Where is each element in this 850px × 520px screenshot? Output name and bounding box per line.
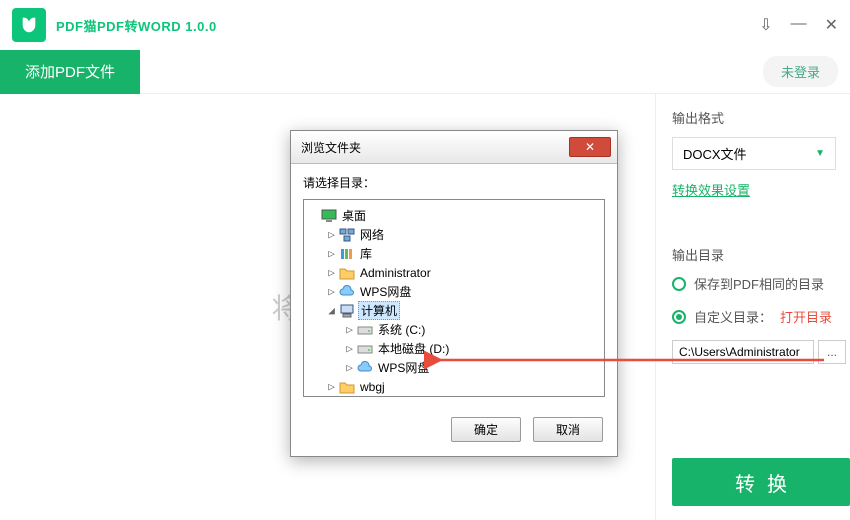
cloud-icon: [357, 360, 373, 376]
minimize-icon[interactable]: —: [791, 15, 807, 35]
library-icon: [339, 246, 355, 262]
cancel-button[interactable]: 取消: [533, 417, 603, 442]
titlebar: PDF猫PDF转WORD 1.0.0 ⇩ — ✕: [0, 0, 850, 50]
tree-node-label: 网络: [358, 226, 386, 243]
close-icon[interactable]: ✕: [825, 15, 838, 35]
tree-node-label: WPS网盘: [376, 359, 431, 376]
top-toolbar: 添加PDF文件 未登录: [0, 50, 850, 94]
tree-node[interactable]: ◢ 计算机: [308, 301, 600, 320]
radio-custom-label: 自定义目录：: [694, 307, 772, 326]
dialog-footer: 确定 取消: [291, 407, 617, 456]
computer-icon: [339, 303, 355, 319]
tree-twisty-icon[interactable]: ▷: [326, 380, 337, 393]
radio-icon: [672, 310, 686, 324]
tree-node-label: WPS网盘: [358, 283, 413, 300]
format-select[interactable]: DOCX文件 ▼: [672, 137, 836, 170]
window-controls: ⇩ — ✕: [759, 15, 838, 35]
tree-node[interactable]: ▷ 本地磁盘 (D:): [308, 339, 600, 358]
tree-twisty-icon[interactable]: ▷: [326, 247, 337, 260]
tree-node-label: wbgj: [358, 380, 387, 394]
browse-button[interactable]: ...: [818, 340, 846, 364]
folder-tree[interactable]: 桌面▷网络▷库▷Administrator▷WPS网盘◢计算机▷系统 (C:)▷…: [303, 199, 605, 397]
monitor-icon: [321, 208, 337, 224]
tree-twisty-icon[interactable]: ▷: [344, 342, 355, 355]
browse-folder-dialog: 浏览文件夹 ✕ 请选择目录： 桌面▷网络▷库▷Administrator▷WPS…: [290, 130, 618, 457]
ok-button[interactable]: 确定: [451, 417, 521, 442]
tree-twisty-icon[interactable]: ▷: [344, 323, 355, 336]
tree-twisty-icon[interactable]: ◢: [326, 304, 337, 317]
tree-node[interactable]: ▷ Administrator: [308, 263, 600, 282]
tree-node[interactable]: ▷ wbgj: [308, 377, 600, 396]
drive-icon: [357, 341, 373, 357]
cloud-icon: [339, 284, 355, 300]
chevron-down-icon: ▼: [815, 148, 825, 159]
app-logo: [12, 8, 46, 42]
tree-node[interactable]: ▷ WPS网盘: [308, 282, 600, 301]
tree-twisty-icon[interactable]: ▷: [326, 228, 337, 241]
network-icon: [339, 227, 355, 243]
dialog-titlebar[interactable]: 浏览文件夹 ✕: [291, 131, 617, 164]
open-dir-link[interactable]: 打开目录: [780, 307, 832, 326]
add-pdf-button[interactable]: 添加PDF文件: [0, 50, 140, 94]
tree-twisty-icon[interactable]: ▷: [344, 361, 355, 374]
dialog-prompt: 请选择目录：: [303, 174, 605, 191]
radio-custom-dir[interactable]: 自定义目录： 打开目录: [672, 307, 850, 326]
folder-icon: [339, 379, 355, 395]
login-button[interactable]: 未登录: [763, 56, 838, 87]
tree-node[interactable]: ▷库: [308, 244, 600, 263]
app-title: PDF猫PDF转WORD 1.0.0: [56, 16, 217, 35]
tree-node-label: 桌面: [340, 207, 368, 224]
tree-node[interactable]: ▷ WPS网盘: [308, 358, 600, 377]
dialog-title: 浏览文件夹: [301, 139, 361, 156]
format-value: DOCX文件: [683, 144, 747, 163]
settings-panel: 输出格式 DOCX文件 ▼ 转换效果设置 输出目录 保存到PDF相同的目录 自定…: [655, 94, 850, 520]
radio-icon: [672, 277, 686, 291]
tree-node-label: 系统 (C:): [376, 321, 427, 338]
output-dir-label: 输出目录: [672, 245, 850, 264]
effect-settings-link[interactable]: 转换效果设置: [672, 180, 850, 199]
path-row: C:\Users\Administrator ...: [672, 340, 846, 364]
tree-node-label: 本地磁盘 (D:): [376, 340, 451, 357]
tree-node-label: 计算机: [358, 301, 400, 320]
folder-icon: [339, 265, 355, 281]
tree-node-label: 库: [358, 245, 374, 262]
tree-node[interactable]: ▷ 网络: [308, 225, 600, 244]
tree-node-label: Administrator: [358, 266, 433, 280]
tree-twisty-icon[interactable]: ▷: [326, 266, 337, 279]
dialog-close-button[interactable]: ✕: [569, 137, 611, 157]
tree-node[interactable]: 桌面: [308, 206, 600, 225]
drive-icon: [357, 322, 373, 338]
radio-same-label: 保存到PDF相同的目录: [694, 274, 824, 293]
output-format-label: 输出格式: [672, 108, 850, 127]
dialog-body: 请选择目录： 桌面▷网络▷库▷Administrator▷WPS网盘◢计算机▷系…: [291, 164, 617, 407]
tree-twisty-icon[interactable]: ▷: [326, 285, 337, 298]
output-path-input[interactable]: C:\Users\Administrator: [672, 340, 814, 364]
tree-node[interactable]: ▷ 系统 (C:): [308, 320, 600, 339]
convert-button[interactable]: 转换: [672, 458, 850, 506]
radio-same-dir[interactable]: 保存到PDF相同的目录: [672, 274, 850, 293]
pin-icon[interactable]: ⇩: [759, 15, 772, 35]
